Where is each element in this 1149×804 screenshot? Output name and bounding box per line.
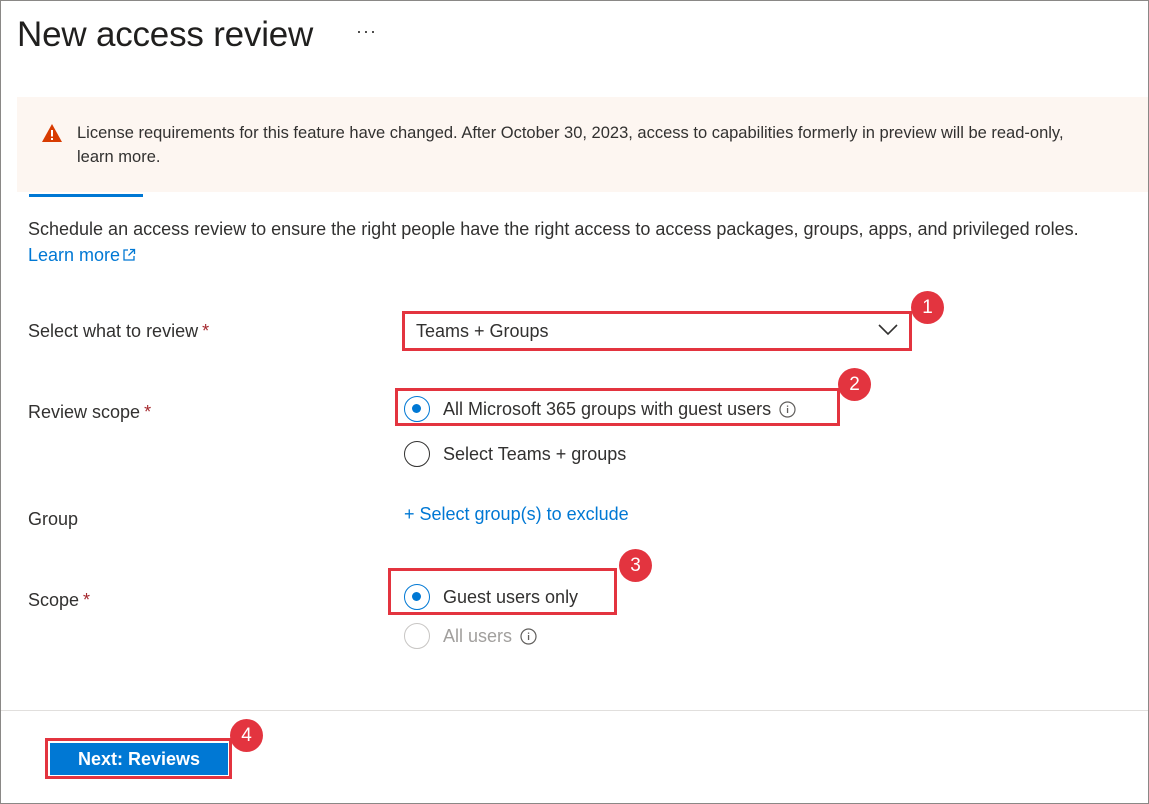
review-scope-text: Review scope [28,402,141,422]
scope-label-text: Scope [28,590,80,610]
next-reviews-button[interactable]: Next: Reviews [50,743,228,775]
required-marker: * [144,402,152,422]
warning-icon [42,124,62,142]
required-marker: * [202,321,210,341]
review-type-dropdown[interactable]: Teams + Groups [406,315,908,347]
license-warning-banner: License requirements for this feature ha… [17,97,1148,192]
scope-label: Scope * [28,590,90,611]
radio-all-users: All users [404,623,537,649]
radio-select-teams-groups[interactable]: Select Teams + groups [404,441,626,467]
info-icon[interactable] [779,400,796,418]
learn-more-link[interactable]: Learn more [28,245,136,266]
review-type-value: Teams + Groups [416,320,549,341]
annotation-badge-3: 3 [619,549,652,582]
page-title: New access review [17,15,314,54]
banner-text: License requirements for this feature ha… [77,121,1148,169]
radio-all-users-label: All users [443,625,513,646]
page-description: Schedule an access review to ensure the … [28,219,1079,239]
learn-more-label: Learn more [28,245,121,265]
footer-divider [1,710,1148,711]
active-tab-indicator [29,194,143,197]
radio-all-m365-groups[interactable]: All Microsoft 365 groups with guest user… [404,396,796,422]
radio-selected-indicator [404,584,430,610]
select-groups-to-exclude-link[interactable]: + Select group(s) to exclude [404,504,629,525]
radio-guest-users-only[interactable]: Guest users only [404,584,578,610]
review-scope-label: Review scope * [28,402,151,423]
radio-disabled-indicator [404,623,430,649]
radio-select-teams-groups-label: Select Teams + groups [443,443,627,464]
radio-guest-users-only-label: Guest users only [443,586,579,607]
external-link-icon [123,248,136,261]
radio-all-m365-groups-label: All Microsoft 365 groups with guest user… [443,398,772,419]
radio-selected-indicator [404,396,430,422]
group-label: Group [28,509,79,529]
annotation-badge-1: 1 [911,291,944,324]
info-icon[interactable] [520,627,537,645]
banner-line-2: learn more. [77,148,161,166]
page-frame: New access review ··· License requiremen… [0,0,1149,804]
annotation-badge-4: 4 [230,719,263,752]
radio-unselected-indicator [404,441,430,467]
select-label-text: Select what to review [28,321,199,341]
annotation-badge-2: 2 [838,368,871,401]
select-what-to-review-label: Select what to review * [28,321,209,342]
chevron-down-icon [878,324,898,336]
required-marker: * [83,590,91,610]
banner-line-1: License requirements for this feature ha… [77,124,1064,142]
more-options-button[interactable]: ··· [356,21,377,42]
